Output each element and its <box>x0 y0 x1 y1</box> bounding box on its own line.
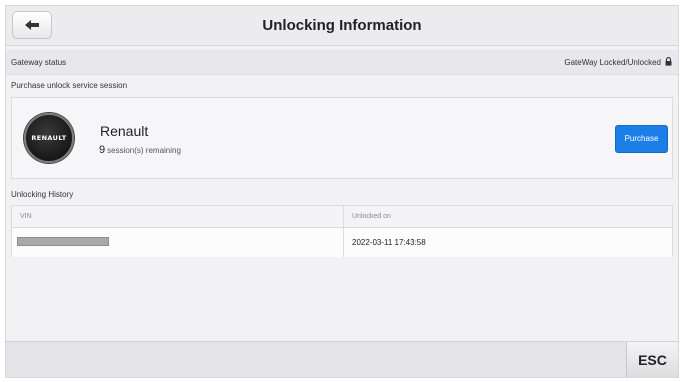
gateway-status-text: GateWay Locked/Unlocked <box>564 58 661 67</box>
unlocked-on-cell: 2022-03-11 17:43:58 <box>352 238 426 247</box>
app-window: Unlocking Information Gateway status Gat… <box>5 5 679 378</box>
session-count: 9 <box>99 144 106 156</box>
table-header: VIN Unlocked on <box>12 206 672 228</box>
gateway-status-value: GateWay Locked/Unlocked <box>564 50 672 75</box>
column-header-unlocked-on: Unlocked on <box>352 213 391 220</box>
lock-icon <box>665 57 672 66</box>
logo-text: RENAULT <box>31 134 67 142</box>
purchase-button[interactable]: Purchase <box>615 125 668 153</box>
gateway-status-label: Gateway status <box>11 58 67 67</box>
column-header-vin: VIN <box>12 206 344 227</box>
purchase-card: RENAULT Renault 9 session(s) remaining Pu… <box>11 97 673 179</box>
title-bar: Unlocking Information <box>6 6 678 46</box>
brand-name: Renault <box>100 123 149 139</box>
gateway-status-bar: Gateway status GateWay Locked/Unlocked <box>6 50 678 75</box>
esc-button[interactable]: ESC <box>626 342 678 377</box>
session-suffix: session(s) remaining <box>107 146 181 155</box>
bottom-toolbar: ESC <box>6 341 678 377</box>
table-row[interactable]: 2022-03-11 17:43:58 <box>12 228 672 257</box>
redacted-vin <box>17 237 109 246</box>
page-title: Unlocking Information <box>262 17 422 34</box>
unlocking-history-title: Unlocking History <box>11 190 74 199</box>
vin-cell <box>12 228 344 257</box>
purchase-section-title: Purchase unlock service session <box>11 81 128 90</box>
sessions-remaining: 9 session(s) remaining <box>99 144 181 156</box>
renault-logo: RENAULT <box>24 113 74 163</box>
history-table: VIN Unlocked on 2022-03-11 17:43:58 <box>11 205 673 257</box>
